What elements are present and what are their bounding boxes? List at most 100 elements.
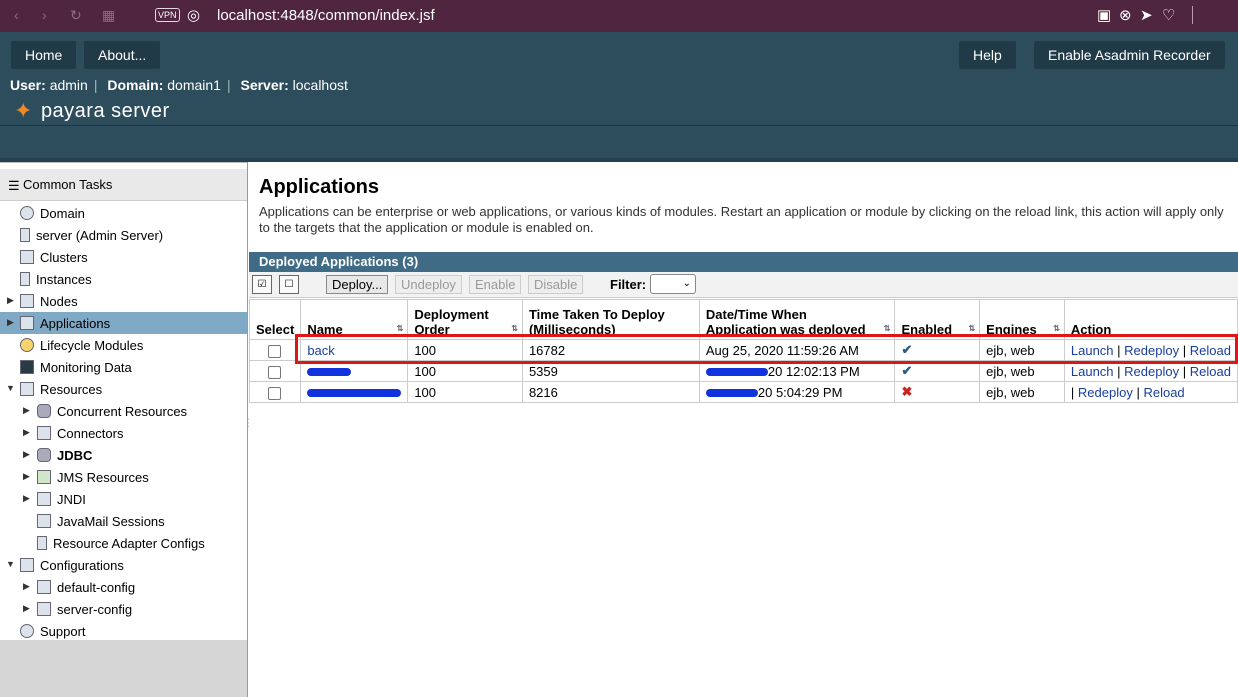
action-separator: |	[1070, 384, 1075, 400]
expand-arrow-icon[interactable]: ▶	[7, 295, 14, 306]
collapse-arrow-icon[interactable]: ▼	[6, 383, 15, 393]
sidebar-item-label: JavaMail Sessions	[57, 513, 165, 529]
sidebar-item-server[interactable]: server (Admin Server)	[20, 224, 163, 246]
row-checkbox[interactable]	[268, 365, 281, 379]
row-checkbox[interactable]	[268, 386, 281, 400]
sidebar-item-label: Clusters	[40, 249, 88, 265]
navigation-sidebar: ☰ Common Tasks Domain server (Admin Serv…	[0, 162, 254, 697]
payara-fish-icon: ✦	[14, 98, 33, 123]
expand-arrow-icon[interactable]: ▶	[23, 449, 30, 460]
address-bar[interactable]: localhost:4848/common/index.jsf	[217, 7, 435, 24]
support-icon	[20, 624, 34, 638]
globe-icon	[20, 206, 34, 220]
sidebar-item-connectors[interactable]: Connectors	[37, 422, 123, 444]
chevron-down-icon: ⌄	[682, 278, 691, 289]
sidebar-item-support[interactable]: Support	[20, 620, 86, 642]
select-cell	[248, 360, 302, 382]
sidebar-item-jdbc[interactable]: JDBC	[37, 444, 92, 466]
sidebar-item-label: Lifecycle Modules	[40, 337, 144, 353]
reload-link[interactable]: Reload	[1143, 385, 1184, 400]
sidebar-item-label: Domain	[40, 205, 85, 221]
deploy-button[interactable]: Deploy...	[326, 275, 389, 294]
back-icon[interactable]: ‹	[14, 7, 19, 23]
filter-select[interactable]: ⌄	[650, 274, 696, 294]
send-icon[interactable]: ➤	[1140, 6, 1153, 24]
reload-link[interactable]: Reload	[1190, 364, 1231, 379]
sidebar-item-configurations[interactable]: Configurations	[20, 554, 124, 576]
forward-icon[interactable]: ›	[42, 7, 47, 23]
lifecycle-icon	[20, 338, 34, 352]
sidebar-item-jndi[interactable]: JNDI	[37, 488, 86, 510]
sidebar-item-resources[interactable]: Resources	[20, 378, 102, 400]
select-all-icon[interactable]: ☑	[252, 275, 272, 294]
sidebar-item-label: Instances	[36, 271, 92, 287]
table-row: 100 8216 20 5:04:29 PM ✖ ejb, web | Rede…	[248, 381, 1238, 403]
expand-arrow-icon[interactable]: ▶	[23, 581, 30, 592]
camera-icon[interactable]: ▣	[1097, 6, 1111, 24]
redeploy-link[interactable]: Redeploy	[1124, 364, 1179, 379]
sidebar-item-nodes[interactable]: Nodes	[20, 290, 78, 312]
column-select: Select	[248, 299, 302, 340]
row-checkbox[interactable]	[268, 344, 281, 358]
collapse-arrow-icon[interactable]: ▼	[6, 559, 15, 569]
home-button[interactable]: Home	[11, 41, 77, 69]
vpn-badge[interactable]: VPN	[155, 8, 180, 22]
block-icon[interactable]: ⊗	[1119, 6, 1132, 24]
action-separator: |	[1136, 384, 1140, 400]
name-cell	[300, 381, 409, 403]
expand-arrow-icon[interactable]: ▶	[23, 603, 30, 614]
column-label: Date/Time When	[705, 307, 807, 322]
redacted-scribble	[705, 368, 768, 377]
engines-cell: ejb, web	[979, 381, 1065, 403]
sidebar-item-default-config[interactable]: default-config	[37, 576, 135, 598]
sidebar-item-label: Configurations	[40, 557, 124, 573]
monitoring-icon	[20, 360, 34, 374]
sidebar-item-label: Concurrent Resources	[57, 403, 188, 419]
sidebar-item-applications[interactable]: Applications	[20, 312, 110, 334]
sidebar-item-server-config[interactable]: server-config	[37, 598, 132, 620]
expand-arrow-icon[interactable]: ▶	[23, 405, 30, 416]
date-text: 20 5:04:29 PM	[757, 384, 843, 400]
sidebar-item-clusters[interactable]: Clusters	[20, 246, 88, 268]
sidebar-item-resource-adapter-configs[interactable]: Resource Adapter Configs	[37, 532, 205, 554]
adapter-icon	[37, 536, 47, 550]
expand-arrow-icon[interactable]: ▶	[23, 493, 30, 504]
disable-button[interactable]: Disable	[528, 275, 584, 294]
expand-arrow-icon[interactable]: ▶	[7, 317, 14, 328]
deselect-all-icon[interactable]: ☐	[279, 275, 299, 294]
launch-link[interactable]: Launch	[1071, 364, 1114, 379]
logo-text: payara server	[40, 99, 170, 122]
table-toolbar: ☑ ☐ Deploy... Undeploy Enable Disable Fi…	[249, 272, 1238, 298]
redacted-scribble	[705, 389, 758, 398]
expand-arrow-icon[interactable]: ▶	[23, 471, 30, 482]
redacted-scribble	[307, 389, 402, 398]
sidebar-item-jms-resources[interactable]: JMS Resources	[37, 466, 149, 488]
help-button[interactable]: Help	[959, 41, 1016, 69]
sidebar-item-monitoring-data[interactable]: Monitoring Data	[20, 356, 132, 378]
sidebar-item-javamail-sessions[interactable]: JavaMail Sessions	[37, 510, 165, 532]
folder-icon	[37, 492, 51, 506]
server-value: localhost	[292, 77, 348, 93]
expand-arrow-icon[interactable]: ▶	[23, 427, 30, 438]
redeploy-link[interactable]: Redeploy	[1078, 385, 1133, 400]
sidebar-item-label: Resource Adapter Configs	[53, 535, 205, 551]
undeploy-button[interactable]: Undeploy	[395, 275, 462, 294]
sidebar-item-label: JNDI	[57, 491, 86, 507]
common-tasks-header[interactable]: ☰ Common Tasks	[0, 169, 247, 201]
sidebar-item-lifecycle-modules[interactable]: Lifecycle Modules	[20, 334, 143, 356]
database-icon	[37, 448, 51, 462]
sidebar-item-domain[interactable]: Domain	[20, 202, 85, 224]
navigation-tree: ☰ Common Tasks Domain server (Admin Serv…	[0, 162, 247, 640]
about-button[interactable]: About...	[84, 41, 161, 69]
tabs-grid-icon[interactable]: ▦	[102, 7, 115, 24]
resources-icon	[20, 382, 34, 396]
sidebar-item-label: Resources	[40, 381, 103, 397]
select-cell	[248, 381, 302, 403]
reload-icon[interactable]: ↻	[70, 7, 82, 24]
sidebar-item-label: Nodes	[40, 293, 78, 309]
sidebar-item-concurrent-resources[interactable]: Concurrent Resources	[37, 400, 187, 422]
sidebar-item-instances[interactable]: Instances	[20, 268, 92, 290]
heart-icon[interactable]: ♡	[1162, 6, 1175, 24]
enable-recorder-button[interactable]: Enable Asadmin Recorder	[1034, 41, 1225, 69]
enable-button[interactable]: Enable	[469, 275, 522, 294]
